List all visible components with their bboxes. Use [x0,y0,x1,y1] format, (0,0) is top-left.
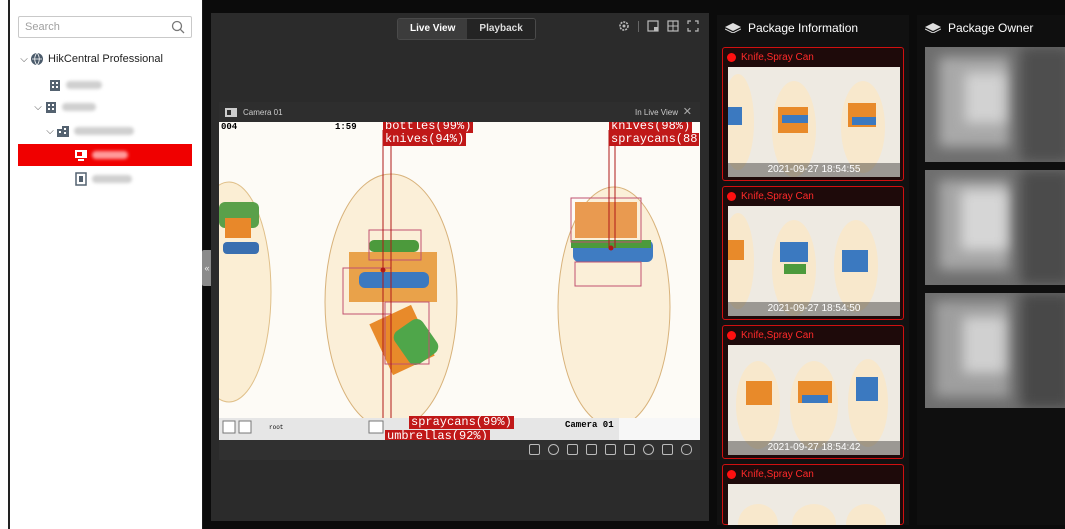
stream-icon[interactable] [605,444,616,455]
person-icon[interactable] [624,444,635,455]
tab-live-view[interactable]: Live View [398,19,468,39]
audio-icon[interactable] [567,444,578,455]
close-icon[interactable]: ✕ [683,105,692,118]
tree-node-label-redacted [92,151,128,159]
package-card[interactable]: Knife,Spray Can 2021-09-27 18:54:50 [722,186,904,320]
live-view-area: Live View Playback Camera 01 In Live Vie… [211,13,709,521]
instant-playback-icon[interactable] [643,444,654,455]
area-icon [57,126,69,137]
camera-window-header: Camera 01 In Live View ✕ [219,102,700,122]
alert-dot-icon [727,191,736,201]
tree-node-label-redacted [62,103,96,111]
package-information-panel: Package Information Knife,Spray Can 2021… [717,15,909,525]
camera-icon [225,107,237,117]
site-icon [31,52,43,66]
owner-photo[interactable] [925,47,1065,162]
osd-camera-name: Camera 01 [565,420,614,430]
package-thumbnail: 2021-09-27 18:54:50 [728,206,900,316]
search-box[interactable] [18,16,192,38]
double-chevron-left-icon: « [204,263,210,273]
owner-photo[interactable] [925,170,1065,285]
chevron-down-icon[interactable]: ⌵ [44,126,56,137]
package-timestamp: 2021-09-27 18:54:50 [728,302,900,316]
snapshot-icon[interactable] [529,444,540,455]
owner-photo[interactable] [925,293,1065,408]
layers-icon [925,23,941,33]
app-root: ⌵ HikCentral Professional ⌵ ⌵ « [0,0,1065,529]
tree-node[interactable] [18,74,192,96]
package-thumbnail [728,484,900,525]
chevron-down-icon[interactable]: ⌵ [32,102,44,113]
tree-node[interactable]: ⌵ [18,120,192,142]
package-card-label: Knife,Spray Can [741,329,814,341]
package-owner-header: Package Owner [917,15,1065,41]
microphone-icon[interactable] [681,444,692,455]
tree-node-label-redacted [74,127,134,135]
alert-dot-icon [727,52,736,62]
door-icon [75,172,87,186]
fullscreen-icon[interactable] [687,20,699,32]
package-owner-title: Package Owner [948,21,1034,35]
camera-toolbar [219,440,700,460]
tree-node[interactable] [18,168,192,190]
camera-window[interactable]: Camera 01 In Live View ✕ 004 1:59 bottle… [219,102,700,460]
detection-label: umbrellas(92%) [385,430,490,440]
settings-icon[interactable] [618,20,630,32]
camera-feed[interactable]: 004 1:59 bottles(99%) knives(94%) knives… [219,122,700,440]
alarm-icon[interactable] [662,444,673,455]
chevron-down-icon[interactable]: ⌵ [18,54,30,65]
package-timestamp: 2021-09-27 18:54:55 [728,163,900,177]
package-thumbnail: 2021-09-27 18:54:55 [728,67,900,177]
package-card-label: Knife,Spray Can [741,51,814,63]
tree-node-label: HikCentral Professional [48,53,163,65]
building-icon [46,102,56,113]
osd-user: root [269,424,284,431]
window-icon[interactable] [586,444,597,455]
tree-node[interactable]: ⌵ [18,96,192,118]
tree-node-label-redacted [66,81,102,89]
record-icon[interactable] [548,444,559,455]
tree-node-root[interactable]: ⌵ HikCentral Professional [18,48,192,70]
osd-left: 004 [221,122,238,132]
detection-label: knives(94%) [383,132,467,146]
alert-dot-icon [727,330,736,340]
layout-grid-icon[interactable] [667,20,679,32]
window-icon[interactable] [647,20,659,32]
view-mode-switch: Live View Playback [397,18,536,40]
detection-label: spraycans(88 [609,133,700,146]
detection-label: knives(98%) [609,122,693,133]
package-owner-panel: Package Owner [917,15,1065,525]
tree-node-selected[interactable] [18,144,192,166]
package-card-label: Knife,Spray Can [741,468,814,480]
package-card[interactable]: Knife,Spray Can [722,464,904,525]
search-icon[interactable] [171,20,185,34]
package-information-title: Package Information [748,21,859,35]
camera-status: In Live View [635,108,678,117]
tab-playback[interactable]: Playback [467,19,535,39]
view-toolbar [618,20,699,32]
package-card[interactable]: Knife,Spray Can 2021-09-27 18:54:55 [722,47,904,181]
package-thumbnail: 2021-09-27 18:54:42 [728,345,900,455]
package-card-label: Knife,Spray Can [741,190,814,202]
package-information-header: Package Information [717,15,909,41]
camera-name: Camera 01 [243,107,283,117]
divider [638,20,639,32]
package-timestamp: 2021-09-27 18:54:42 [728,441,900,455]
search-input[interactable] [25,19,165,35]
tree-node-label-redacted [92,175,132,183]
alert-dot-icon [727,469,736,479]
xray-scan-image [219,130,700,440]
layers-icon [725,23,741,33]
camera-icon [75,150,87,161]
detection-label: spraycans(99%) [409,415,514,429]
building-icon [50,80,60,91]
osd-time: 1:59 [335,122,357,132]
resource-panel: ⌵ HikCentral Professional ⌵ ⌵ [0,0,203,529]
package-card[interactable]: Knife,Spray Can 2021-09-27 18:54:42 [722,325,904,459]
